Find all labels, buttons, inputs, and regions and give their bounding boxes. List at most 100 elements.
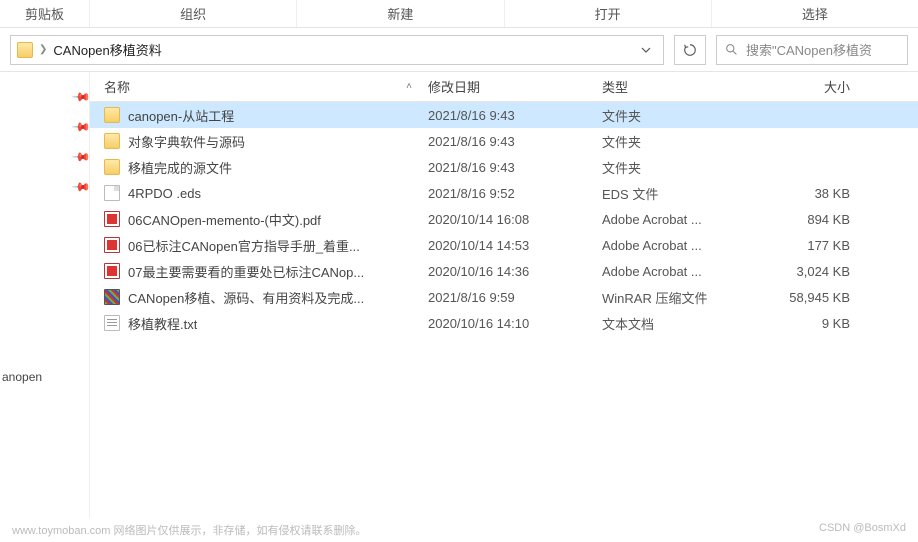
file-type: Adobe Acrobat ...	[596, 264, 750, 279]
ribbon-group-open: 打开	[505, 0, 712, 27]
search-input[interactable]: 搜索"CANopen移植资	[716, 35, 908, 65]
ribbon-section-row: 剪贴板 组织 新建 打开 选择	[0, 0, 918, 28]
nav-folder-label[interactable]: anopen	[2, 370, 42, 384]
file-date: 2021/8/16 9:43	[422, 134, 596, 149]
file-name: CANopen移植、源码、有用资料及完成...	[128, 288, 364, 307]
file-type: 文件夹	[596, 158, 750, 177]
file-row[interactable]: 06已标注CANopen官方指导手册_着重... 2020/10/14 14:53…	[90, 232, 918, 258]
file-type: EDS 文件	[596, 184, 750, 203]
file-name: 07最主要需要看的重要处已标注CANop...	[128, 262, 364, 281]
file-name: 06已标注CANopen官方指导手册_着重...	[128, 236, 360, 255]
file-type: 文本文档	[596, 314, 750, 333]
pdf-icon	[104, 263, 120, 279]
folder-icon	[104, 107, 120, 123]
pdf-icon	[104, 237, 120, 253]
address-row: ❯ CANopen移植资料 搜索"CANopen移植资	[0, 28, 918, 72]
file-size: 177 KB	[750, 238, 870, 253]
column-label: 修改日期	[428, 80, 480, 95]
folder-icon	[104, 133, 120, 149]
file-date: 2021/8/16 9:43	[422, 108, 596, 123]
file-type: WinRAR 压缩文件	[596, 288, 750, 307]
file-date: 2020/10/16 14:10	[422, 316, 596, 331]
watermark-left: www.toymoban.com 网络图片仅供展示，非存储，如有侵权请联系删除。	[12, 522, 366, 538]
file-name: canopen-从站工程	[128, 106, 234, 125]
file-name: 移植教程.txt	[128, 314, 197, 333]
txt-icon	[104, 315, 120, 331]
chevron-down-icon	[641, 45, 651, 55]
file-icon	[104, 185, 120, 201]
watermark-right: CSDN @BosmXd	[819, 522, 906, 538]
ribbon-label: 组织	[180, 7, 206, 22]
navigation-pane[interactable]: 📌 📌 📌 📌	[0, 72, 90, 518]
search-icon	[725, 43, 738, 56]
file-row[interactable]: canopen-从站工程 2021/8/16 9:43文件夹	[90, 102, 918, 128]
file-size: 3,024 KB	[750, 264, 870, 279]
column-label: 类型	[602, 80, 628, 95]
file-row[interactable]: 4RPDO .eds 2021/8/16 9:52EDS 文件38 KB	[90, 180, 918, 206]
ribbon-group-clipboard: 剪贴板	[0, 0, 90, 27]
nav-quick-access-item[interactable]: 📌	[0, 112, 89, 142]
file-date: 2021/8/16 9:52	[422, 186, 596, 201]
file-name: 4RPDO .eds	[128, 186, 201, 201]
file-name: 移植完成的源文件	[128, 158, 232, 177]
file-name: 06CANOpen-memento-(中文).pdf	[128, 210, 321, 229]
file-date: 2020/10/14 14:53	[422, 238, 596, 253]
search-placeholder: 搜索"CANopen移植资	[746, 40, 872, 59]
chevron-right-icon: ❯	[39, 44, 47, 55]
pdf-icon	[104, 211, 120, 227]
address-dropdown-button[interactable]	[635, 45, 657, 55]
column-label: 大小	[824, 80, 850, 95]
pin-icon: 📌	[71, 87, 91, 107]
column-header-name[interactable]: 名称 ˄	[90, 77, 422, 96]
main-area: 📌 📌 📌 📌 anopen 名称 ˄ 修改日期 类型 大小 canopen-从…	[0, 72, 918, 518]
ribbon-label: 剪贴板	[25, 7, 64, 22]
folder-icon	[104, 159, 120, 175]
ribbon-group-select: 选择	[712, 0, 918, 27]
file-rows: canopen-从站工程2021/8/16 9:43文件夹对象字典软件与源码20…	[90, 102, 918, 336]
column-header-type[interactable]: 类型	[596, 77, 750, 96]
file-row[interactable]: 06CANOpen-memento-(中文).pdf 2020/10/14 16:…	[90, 206, 918, 232]
column-label: 名称	[104, 77, 130, 96]
file-type: Adobe Acrobat ...	[596, 238, 750, 253]
column-headers: 名称 ˄ 修改日期 类型 大小	[90, 72, 918, 102]
column-header-size[interactable]: 大小	[750, 77, 870, 96]
file-row[interactable]: 07最主要需要看的重要处已标注CANop... 2020/10/16 14:36A…	[90, 258, 918, 284]
sort-indicator-icon: ˄	[406, 81, 412, 92]
refresh-icon	[683, 43, 697, 57]
breadcrumb-segment[interactable]: CANopen移植资料	[53, 40, 161, 59]
pin-icon: 📌	[71, 147, 91, 167]
ribbon-group-new: 新建	[297, 0, 504, 27]
file-row[interactable]: 对象字典软件与源码 2021/8/16 9:43文件夹	[90, 128, 918, 154]
file-date: 2021/8/16 9:59	[422, 290, 596, 305]
pin-icon: 📌	[71, 117, 91, 137]
refresh-button[interactable]	[674, 35, 706, 65]
folder-icon	[17, 42, 33, 58]
file-size: 9 KB	[750, 316, 870, 331]
file-name: 对象字典软件与源码	[128, 132, 245, 151]
file-row[interactable]: 移植教程.txt 2020/10/16 14:10文本文档9 KB	[90, 310, 918, 336]
file-type: 文件夹	[596, 106, 750, 125]
ribbon-group-organize: 组织	[90, 0, 297, 27]
file-size: 38 KB	[750, 186, 870, 201]
nav-quick-access-item[interactable]: 📌	[0, 142, 89, 172]
pin-icon: 📌	[71, 177, 91, 197]
ribbon-label: 打开	[595, 7, 621, 22]
file-row[interactable]: 移植完成的源文件 2021/8/16 9:43文件夹	[90, 154, 918, 180]
file-size: 894 KB	[750, 212, 870, 227]
file-type: 文件夹	[596, 132, 750, 151]
rar-icon	[104, 289, 120, 305]
address-bar[interactable]: ❯ CANopen移植资料	[10, 35, 664, 65]
breadcrumb-label: CANopen移植资料	[53, 40, 161, 59]
file-date: 2020/10/16 14:36	[422, 264, 596, 279]
ribbon-label: 选择	[802, 7, 828, 22]
file-row[interactable]: CANopen移植、源码、有用资料及完成... 2021/8/16 9:59Win…	[90, 284, 918, 310]
nav-quick-access-item[interactable]: 📌	[0, 82, 89, 112]
file-date: 2021/8/16 9:43	[422, 160, 596, 175]
file-type: Adobe Acrobat ...	[596, 212, 750, 227]
file-size: 58,945 KB	[750, 290, 870, 305]
footer-watermark: www.toymoban.com 网络图片仅供展示，非存储，如有侵权请联系删除。…	[12, 522, 906, 538]
ribbon-label: 新建	[387, 7, 413, 22]
column-header-date[interactable]: 修改日期	[422, 77, 596, 96]
nav-quick-access-item[interactable]: 📌	[0, 172, 89, 202]
file-date: 2020/10/14 16:08	[422, 212, 596, 227]
